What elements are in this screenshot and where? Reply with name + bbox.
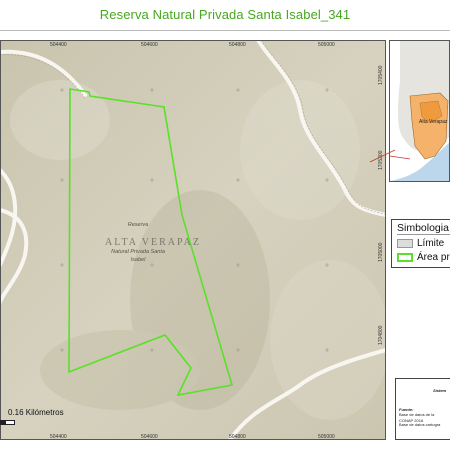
reserve-label-line3: Isabel (131, 257, 146, 263)
legend-swatch-gray (397, 238, 413, 248)
grid-x-top-4: 505000 (318, 42, 335, 48)
reserve-label-line2: Natural Privada Santa (111, 249, 165, 255)
grid-x-top-3: 504800 (229, 42, 246, 48)
source-line-3: Base de datos cartogra (399, 422, 441, 427)
inset-region-label: Alta Verapaz (419, 119, 448, 125)
legend-item-limit-label: Límite (417, 238, 445, 249)
legend-item-limit: Límite (397, 238, 444, 250)
grid-x-bottom-1: 504400 (50, 434, 67, 440)
title-divider (0, 30, 450, 31)
main-map[interactable]: ALTA VERAPAZ Reserva Natural Privada San… (0, 40, 386, 440)
legend-title: Simbologia (397, 222, 450, 235)
region-label: ALTA VERAPAZ (105, 237, 201, 248)
map-title: Reserva Natural Privada Santa Isabel_341 (99, 7, 351, 22)
grid-y-right-4: 1704800 (378, 325, 384, 345)
grid-y-right-1: 1705400 (378, 65, 384, 85)
scale-bar (0, 420, 15, 425)
legend-swatch-green (397, 252, 413, 262)
grid-x-bottom-3: 504800 (229, 434, 246, 440)
scale-label: 0.16 Kilómetros (8, 408, 64, 417)
grid-x-bottom-2: 504600 (141, 434, 158, 440)
grid-y-right-3: 1705000 (378, 242, 384, 262)
legend-item-area: Área pr (397, 252, 450, 264)
reserve-label-line1: Reserva (128, 222, 148, 228)
grid-x-bottom-4: 505000 (318, 434, 335, 440)
source-line-1: Base de datos de la (399, 412, 435, 417)
inset-connector (370, 149, 396, 163)
grid-x-top-1: 504400 (50, 42, 67, 48)
system-label: Sistem (433, 388, 447, 393)
legend: Simbologia Límite Área pr (391, 219, 450, 268)
grid-x-top-2: 504600 (141, 42, 158, 48)
info-box: Sistem Fuente: Base de datos de la CONAP… (395, 378, 450, 440)
legend-item-area-label: Área pr (417, 252, 450, 263)
